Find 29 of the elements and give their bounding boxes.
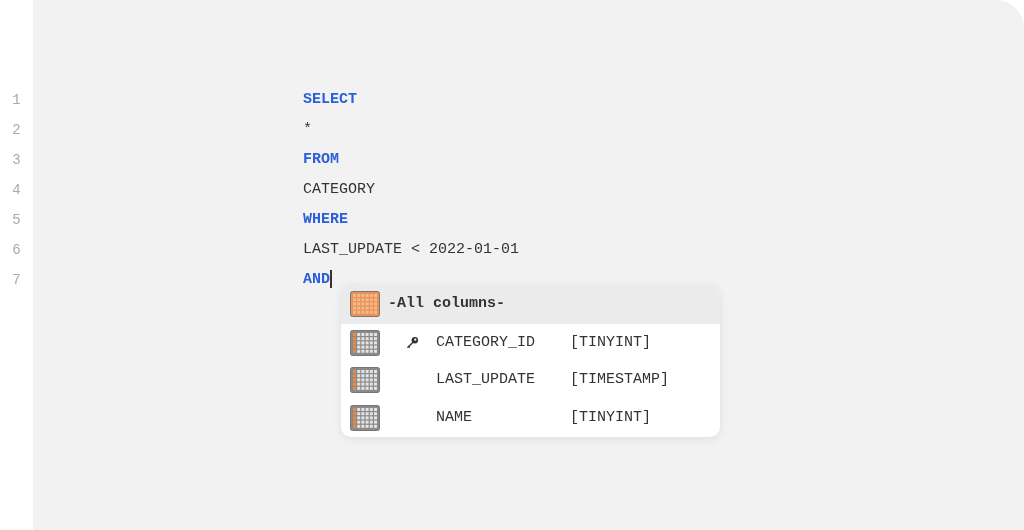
table-icon (350, 404, 380, 431)
autocomplete-item[interactable]: CATEGORY_ID [TINYINT] (341, 324, 720, 362)
table-icon (350, 291, 380, 317)
autocomplete-item[interactable]: NAME [TINYINT] (341, 399, 720, 437)
column-name: CATEGORY_ID (436, 332, 537, 353)
line-number: 5 (12, 212, 21, 228)
autocomplete-item[interactable]: -All columns- (341, 284, 720, 324)
line-number: 7 (12, 272, 21, 288)
code-text: CATEGORY (303, 181, 375, 198)
sql-keyword: FROM (303, 151, 339, 168)
column-type: [TINYINT] (570, 407, 651, 428)
column-type: [TIMESTAMP] (570, 370, 670, 390)
code-text: * (303, 121, 312, 138)
line-number: 2 (12, 122, 21, 138)
line-number: 6 (12, 242, 21, 258)
sql-keyword: SELECT (303, 91, 357, 108)
item-label: -All columns- (388, 293, 506, 314)
column-name: LAST_UPDATE (436, 370, 537, 390)
column-type: [TINYINT] (570, 332, 651, 353)
table-icon (350, 367, 380, 394)
line-number: 3 (12, 152, 21, 168)
code-text: LAST_UPDATE < 2022-01-01 (303, 241, 520, 258)
autocomplete-item[interactable]: LAST_UPDATE [TIMESTAMP] (341, 361, 720, 399)
column-name: NAME (436, 407, 473, 428)
table-icon (350, 329, 380, 356)
line-number: 1 (12, 92, 21, 108)
sql-keyword: AND (303, 271, 330, 288)
sql-keyword: WHERE (303, 211, 348, 228)
line-number: 4 (12, 182, 21, 198)
